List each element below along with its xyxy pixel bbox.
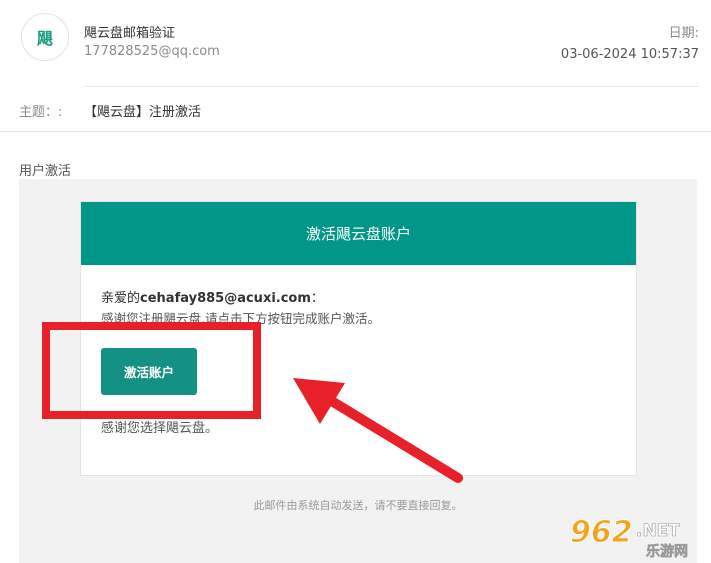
subject-divider [0, 131, 711, 132]
card-title: 激活飓云盘账户 [305, 225, 411, 243]
site-watermark: 962 .NET 乐游网 [570, 515, 689, 561]
greeting-line: 亲爱的cehafay885@acuxi.com： [101, 287, 324, 306]
watermark-suffix: .NET [636, 521, 680, 541]
section-label: 用户激活 [19, 164, 72, 179]
sender-avatar: 飓 [21, 13, 69, 61]
subject-value: 【飓云盘】注册激活 [84, 105, 202, 120]
watermark-number: 962 [570, 515, 633, 550]
thanks-text: 感谢您选择飓云盘。 [101, 421, 219, 436]
greeting-suffix: ： [310, 291, 324, 306]
subject-label: 主题：: [19, 105, 63, 120]
activation-card: 激活飓云盘账户 亲爱的cehafay885@acuxi.com： 感谢您注册飓云… [80, 201, 637, 476]
card-header: 激活飓云盘账户 [81, 202, 636, 265]
greeting-prefix: 亲爱的 [101, 291, 141, 306]
mail-body: 激活飓云盘账户 亲爱的cehafay885@acuxi.com： 感谢您注册飓云… [19, 179, 697, 563]
instruction-text: 感谢您注册飓云盘,请点击下方按钮完成账户激活。 [101, 311, 380, 326]
avatar-initial: 飓 [36, 29, 53, 48]
activate-account-button[interactable]: 激活账户 [101, 348, 197, 395]
date-label: 日期: [668, 26, 699, 41]
greeting-email: cehafay885@acuxi.com [140, 291, 311, 306]
sender-email[interactable]: 177828525@qq.com [84, 44, 220, 59]
date-value: 03-06-2024 10:57:37 [560, 47, 699, 62]
watermark-tagline: 乐游网 [646, 543, 688, 560]
header-divider [84, 86, 699, 87]
email-view: 飓 飓云盘邮箱验证 177828525@qq.com 日期: 03-06-202… [0, 0, 711, 563]
sender-name: 飓云盘邮箱验证 [84, 26, 176, 41]
